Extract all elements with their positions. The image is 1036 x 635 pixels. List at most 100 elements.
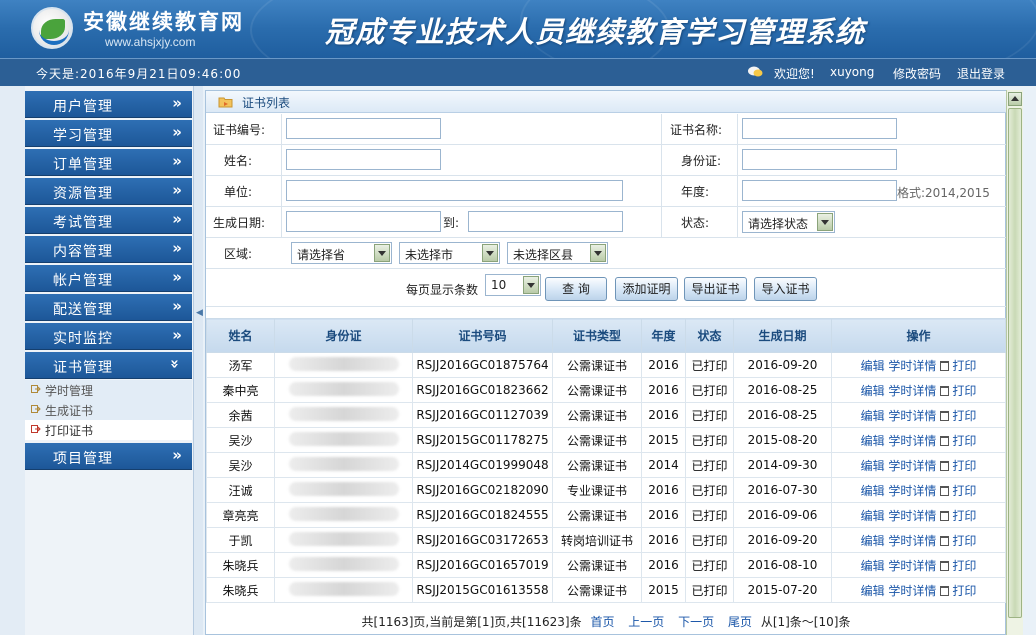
chevron-down-icon[interactable] [374, 244, 390, 262]
page-size-label: 每页显示条数 [406, 283, 479, 297]
edit-link[interactable]: 编辑 [861, 509, 885, 523]
hours-detail-link[interactable]: 学时详情 [888, 459, 936, 473]
vertical-scrollbar[interactable] [1006, 90, 1023, 635]
print-link[interactable]: 打印 [952, 534, 976, 548]
next-page-link[interactable]: 下一页 [678, 615, 714, 629]
edit-link[interactable]: 编辑 [861, 434, 885, 448]
trash-icon[interactable] [940, 485, 950, 496]
cell-cert-type: 专业课证书 [552, 477, 642, 503]
print-link[interactable]: 打印 [952, 509, 976, 523]
sidebar-item-content-management[interactable]: 内容管理 » [25, 236, 192, 263]
query-button[interactable]: 查 询 [545, 277, 607, 301]
edit-link[interactable]: 编辑 [861, 484, 885, 498]
trash-icon[interactable] [940, 535, 950, 546]
sidebar-subitem-generate-certificate[interactable]: 生成证书 [25, 400, 192, 420]
logout-link[interactable]: 退出登录 [957, 65, 1005, 82]
print-link[interactable]: 打印 [952, 459, 976, 473]
province-select[interactable]: 请选择省 [291, 242, 392, 264]
sidebar-item-study-management[interactable]: 学习管理 » [25, 120, 192, 147]
sidebar-item-exam-management[interactable]: 考试管理 » [25, 207, 192, 234]
page-size-select[interactable]: 10 [485, 274, 541, 296]
cell-year: 2016 [641, 527, 686, 553]
print-link[interactable]: 打印 [952, 434, 976, 448]
gen-date-end-input[interactable] [468, 211, 623, 232]
city-select[interactable]: 未选择市 [399, 242, 500, 264]
column-header: 证书类型 [552, 318, 642, 353]
edit-link[interactable]: 编辑 [861, 459, 885, 473]
edit-link[interactable]: 编辑 [861, 584, 885, 598]
hours-detail-link[interactable]: 学时详情 [888, 409, 936, 423]
gen-date-start-input[interactable] [286, 211, 441, 232]
hours-detail-link[interactable]: 学时详情 [888, 384, 936, 398]
sidebar-item-user-management[interactable]: 用户管理 » [25, 91, 192, 118]
sidebar-item-resource-management[interactable]: 资源管理 » [25, 178, 192, 205]
edit-link[interactable]: 编辑 [861, 559, 885, 573]
hours-detail-link[interactable]: 学时详情 [888, 509, 936, 523]
double-chevron-right-icon: » [172, 210, 182, 228]
print-link[interactable]: 打印 [952, 384, 976, 398]
chevron-down-icon[interactable] [817, 213, 833, 231]
hours-detail-link[interactable]: 学时详情 [888, 584, 936, 598]
chevron-down-icon[interactable] [482, 244, 498, 262]
status-select[interactable]: 请选择状态 [742, 211, 835, 233]
sidebar-item-delivery-management[interactable]: 配送管理 » [25, 294, 192, 321]
print-link[interactable]: 打印 [952, 559, 976, 573]
hours-detail-link[interactable]: 学时详情 [888, 359, 936, 373]
sidebar-item-realtime-monitor[interactable]: 实时监控 » [25, 323, 192, 350]
trash-icon[interactable] [940, 585, 950, 596]
sidebar-item-project-management[interactable]: 项目管理 » [25, 443, 192, 470]
hours-detail-link[interactable]: 学时详情 [888, 559, 936, 573]
trash-icon[interactable] [940, 560, 950, 571]
hours-detail-link[interactable]: 学时详情 [888, 484, 936, 498]
edit-link[interactable]: 编辑 [861, 384, 885, 398]
print-link[interactable]: 打印 [952, 484, 976, 498]
column-header: 年度 [641, 318, 686, 353]
cell-cert-no: RSJJ2014GC01999048 [412, 452, 553, 478]
sidebar-collapse-handle[interactable]: ◀ [193, 86, 203, 635]
cell-cert-no: RSJJ2016GC03172653 [412, 527, 553, 553]
import-certificate-button[interactable]: 导入证书 [754, 277, 817, 301]
cell-year: 2014 [641, 452, 686, 478]
redacted-blur [288, 456, 399, 471]
print-link[interactable]: 打印 [952, 359, 976, 373]
trash-icon[interactable] [940, 510, 950, 521]
first-page-link[interactable]: 首页 [590, 615, 614, 629]
print-link[interactable]: 打印 [952, 409, 976, 423]
trash-icon[interactable] [940, 385, 950, 396]
edit-link[interactable]: 编辑 [861, 359, 885, 373]
chevron-down-icon[interactable] [523, 276, 539, 294]
district-select[interactable]: 未选择区县 [507, 242, 608, 264]
trash-icon[interactable] [940, 410, 950, 421]
sidebar-subitem-print-certificate[interactable]: 打印证书 [25, 420, 192, 440]
cert-no-input[interactable] [286, 118, 441, 139]
sidebar-item-account-management[interactable]: 帐户管理 » [25, 265, 192, 292]
double-chevron-right-icon: » [172, 123, 182, 141]
cell-cert-no: RSJJ2016GC01127039 [412, 402, 553, 428]
last-page-link[interactable]: 尾页 [728, 615, 752, 629]
edit-link[interactable]: 编辑 [861, 534, 885, 548]
add-certificate-button[interactable]: 添加证明 [615, 277, 678, 301]
trash-icon[interactable] [940, 360, 950, 371]
sidebar-subitem-hours-management[interactable]: 学时管理 [25, 380, 192, 400]
year-input[interactable] [742, 180, 897, 201]
name-input[interactable] [286, 149, 441, 170]
print-link[interactable]: 打印 [952, 584, 976, 598]
hours-detail-link[interactable]: 学时详情 [888, 534, 936, 548]
unit-input[interactable] [286, 180, 623, 201]
sidebar-item-certificate-management[interactable]: 证书管理 » [25, 352, 192, 379]
hours-detail-link[interactable]: 学时详情 [888, 434, 936, 448]
cert-name-input[interactable] [742, 118, 897, 139]
trash-icon[interactable] [940, 460, 950, 471]
scroll-up-icon[interactable] [1008, 92, 1022, 106]
edit-link[interactable]: 编辑 [861, 409, 885, 423]
change-password-link[interactable]: 修改密码 [893, 65, 941, 82]
sidebar-item-order-management[interactable]: 订单管理 » [25, 149, 192, 176]
trash-icon[interactable] [940, 435, 950, 446]
export-certificate-button[interactable]: 导出证书 [684, 277, 747, 301]
scrollbar-thumb[interactable] [1008, 108, 1022, 618]
id-card-input[interactable] [742, 149, 897, 170]
menu-label: 项目管理 [53, 451, 113, 467]
prev-page-link[interactable]: 上一页 [628, 615, 664, 629]
chevron-down-icon[interactable] [590, 244, 606, 262]
cell-year: 2016 [641, 402, 686, 428]
